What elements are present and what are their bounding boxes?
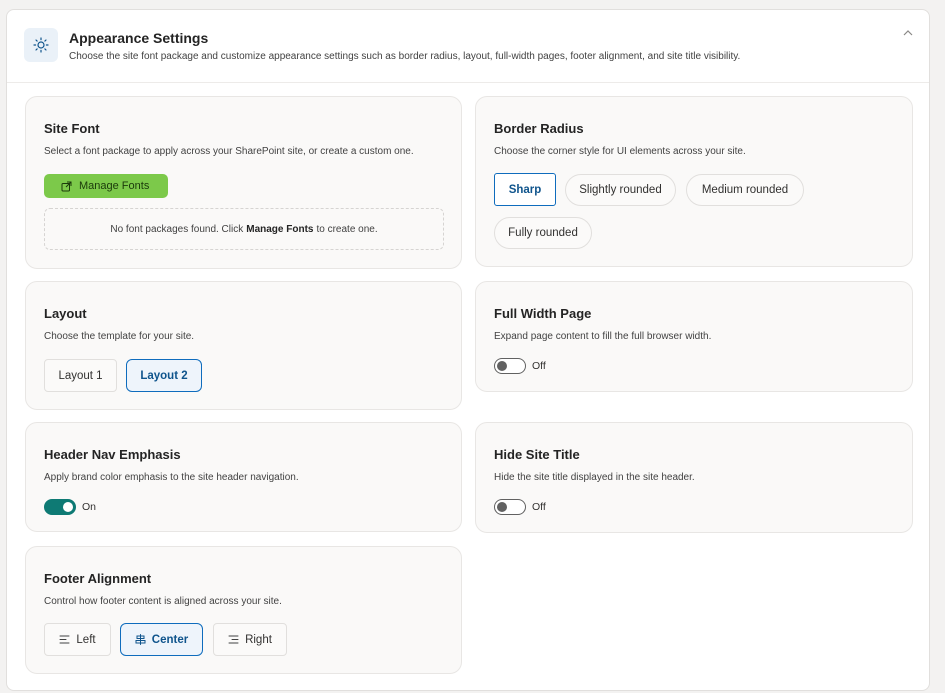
footer-align-left-button[interactable]: Left [44, 623, 111, 656]
appearance-settings-panel: Appearance Settings Choose the site font… [6, 9, 930, 691]
card-description: Expand page content to fill the full bro… [494, 331, 712, 342]
toggle-knob [497, 502, 507, 512]
radius-option-sharp[interactable]: Sharp [494, 173, 556, 206]
align-right-icon [228, 635, 239, 644]
toggle-knob [63, 502, 73, 512]
open-external-icon [61, 181, 72, 192]
card-title: Full Width Page [494, 306, 592, 321]
manage-fonts-button[interactable]: Manage Fonts [44, 174, 168, 198]
radius-option-fully-rounded[interactable]: Fully rounded [494, 217, 592, 249]
card-description: Select a font package to apply across yo… [44, 146, 414, 157]
footer-align-left-label: Left [76, 633, 96, 646]
footer-alignment-card: Footer Alignment Control how footer cont… [25, 546, 462, 674]
manage-fonts-label: Manage Fonts [79, 180, 150, 192]
card-title: Site Font [44, 121, 100, 136]
align-center-icon [135, 634, 146, 645]
hide-title-state: Off [532, 501, 546, 513]
card-description: Choose the template for your site. [44, 331, 195, 342]
card-description: Hide the site title displayed in the sit… [494, 472, 695, 483]
radius-option-slightly-rounded[interactable]: Slightly rounded [565, 174, 676, 206]
header-nav-state: On [82, 501, 97, 513]
sun-icon [24, 28, 58, 62]
card-title: Header Nav Emphasis [44, 447, 181, 462]
footer-align-right-button[interactable]: Right [213, 623, 287, 656]
full-width-toggle[interactable] [494, 358, 526, 374]
panel-header[interactable]: Appearance Settings Choose the site font… [7, 10, 929, 83]
card-title: Hide Site Title [494, 447, 580, 462]
full-width-state: Off [532, 360, 546, 372]
header-nav-toggle[interactable] [44, 499, 76, 515]
card-description: Choose the corner style for UI elements … [494, 146, 746, 157]
layout-card: Layout Choose the template for your site… [25, 281, 462, 410]
hide-title-card: Hide Site Title Hide the site title disp… [475, 422, 913, 533]
card-title: Border Radius [494, 121, 584, 136]
align-left-icon [59, 635, 70, 644]
hide-title-toggle[interactable] [494, 499, 526, 515]
empty-font-packages: No font packages found. Click Manage Fon… [44, 208, 444, 250]
layout-option-1[interactable]: Layout 1 [44, 359, 117, 392]
radius-option-medium-rounded[interactable]: Medium rounded [686, 174, 804, 206]
page-description: Choose the site font package and customi… [69, 51, 741, 62]
page-title: Appearance Settings [69, 30, 209, 46]
footer-align-center-button[interactable]: Center [120, 623, 203, 656]
toggle-knob [497, 361, 507, 371]
empty-text-before: No font packages found. Click [110, 223, 244, 235]
card-title: Footer Alignment [44, 571, 152, 586]
empty-text-bold: Manage Fonts [246, 223, 314, 235]
header-nav-card: Header Nav Emphasis Apply brand color em… [25, 422, 462, 532]
card-description: Apply brand color emphasis to the site h… [44, 472, 299, 483]
border-radius-card: Border Radius Choose the corner style fo… [475, 96, 913, 267]
empty-text-after: to create one. [316, 223, 378, 235]
card-description: Control how footer content is aligned ac… [44, 596, 282, 607]
full-width-card: Full Width Page Expand page content to f… [475, 281, 913, 392]
layout-option-2[interactable]: Layout 2 [126, 359, 202, 392]
site-font-card: Site Font Select a font package to apply… [25, 96, 462, 269]
chevron-up-icon[interactable] [901, 26, 915, 40]
footer-align-right-label: Right [245, 633, 272, 646]
card-title: Layout [44, 306, 87, 321]
footer-align-center-label: Center [151, 633, 189, 646]
